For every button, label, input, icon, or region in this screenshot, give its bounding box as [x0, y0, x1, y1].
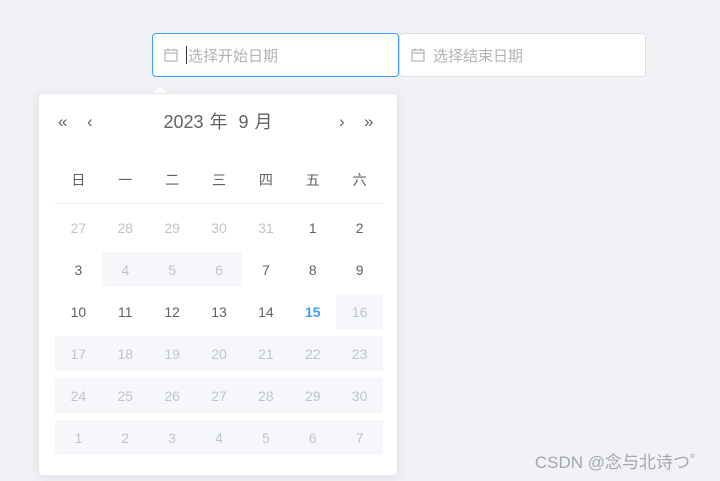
end-date-input[interactable]: 选择结束日期	[399, 33, 646, 77]
calendar-week-row: 24 25 26 27 28 29 30	[55, 378, 384, 413]
year-unit: 年	[209, 112, 228, 132]
date-cell[interactable]: 11	[102, 294, 149, 329]
start-date-placeholder: 选择开始日期	[188, 47, 279, 65]
date-cell[interactable]: 27	[55, 210, 102, 245]
end-date-placeholder: 选择结束日期	[433, 47, 524, 65]
weekday-header: 日 一 二 三 四 五 六	[55, 166, 383, 204]
calendar-icon	[411, 48, 425, 62]
calendar-grid: 日 一 二 三 四 五 六 27 28 29 30 31 1 2 3 4 5 6 7 8 9 10 11 12 1…	[55, 166, 384, 455]
next-month-button[interactable]: ›	[339, 112, 345, 132]
date-cell: 5	[242, 420, 290, 455]
calendar-week-row: 3456789	[55, 252, 383, 287]
date-cell: 6	[195, 252, 243, 287]
date-cell: 1	[55, 420, 102, 455]
prev-month-button[interactable]: ‹	[87, 112, 93, 132]
date-cell[interactable]: 13	[196, 294, 243, 329]
date-cell: 23	[336, 336, 384, 371]
date-cell: 30	[336, 378, 384, 413]
date-cell: 4	[195, 420, 243, 455]
date-cell[interactable]: 8	[289, 252, 336, 287]
weekday-label: 四	[258, 172, 273, 188]
month-label[interactable]: 9	[239, 112, 249, 132]
date-cell[interactable]: 3	[55, 252, 102, 287]
date-cell: 20	[195, 336, 243, 371]
date-cell[interactable]: 29	[149, 210, 196, 245]
text-cursor	[186, 46, 187, 64]
date-cell: 3	[148, 420, 196, 455]
date-cell[interactable]: 2	[336, 210, 383, 245]
date-cell: 17	[55, 336, 102, 371]
calendar-week-row: 10 11 12 13 14 15 16	[55, 294, 384, 329]
date-cell[interactable]: 30	[196, 210, 243, 245]
date-cell[interactable]: 31	[242, 210, 289, 245]
date-cell[interactable]: 1	[289, 210, 336, 245]
date-cell[interactable]: 12	[149, 294, 196, 329]
weekday-label: 六	[352, 172, 367, 188]
date-cell: 2	[101, 420, 149, 455]
weekday-label: 二	[165, 172, 180, 188]
next-year-button[interactable]: »	[364, 112, 373, 132]
date-picker-panel: « ‹ 2023 年 9月 › » 日 一 二 三 四 五 六 27 28 29 30 3…	[38, 93, 398, 476]
weekday-label: 一	[118, 172, 133, 188]
date-cell[interactable]: 9	[336, 252, 383, 287]
calendar-week-row: 1234567	[55, 420, 384, 455]
calendar-icon	[164, 48, 178, 62]
date-cell: 22	[289, 336, 337, 371]
calendar-weeks: 27 28 29 30 31 1 2 3 4 5 6 7 8 9 10 11 12 13 14 15 16 17 18 19 2…	[55, 210, 384, 455]
popover-arrow	[153, 86, 167, 93]
date-cell: 19	[148, 336, 196, 371]
date-cell: 29	[289, 378, 337, 413]
date-cell: 7	[336, 420, 384, 455]
date-cell[interactable]: 28	[102, 210, 149, 245]
date-cell: 21	[242, 336, 290, 371]
date-cell: 26	[148, 378, 196, 413]
calendar-week-row: 27 28 29 30 31 1 2	[55, 210, 383, 245]
date-cell[interactable]: 10	[55, 294, 102, 329]
month-unit: 月	[254, 112, 273, 132]
date-cell: 28	[242, 378, 290, 413]
date-cell: 24	[55, 378, 102, 413]
calendar-week-row: 17 18 19 20 21 22 23	[55, 336, 384, 371]
weekday-label: 五	[305, 172, 320, 188]
date-cell: 18	[101, 336, 149, 371]
year-label[interactable]: 2023	[163, 112, 203, 132]
date-cell: 5	[148, 252, 196, 287]
watermark: CSDN @念与北诗つ゜	[534, 453, 707, 472]
date-cell: 27	[195, 378, 243, 413]
weekday-label: 三	[212, 172, 226, 188]
date-cell: 25	[101, 378, 149, 413]
today-cell[interactable]: 15	[289, 294, 336, 329]
weekday-label: 日	[71, 172, 86, 188]
prev-year-button[interactable]: «	[58, 112, 67, 132]
start-date-input[interactable]: 选择开始日期	[152, 33, 399, 77]
date-cell: 16	[336, 294, 384, 329]
date-cell[interactable]: 7	[242, 252, 289, 287]
date-cell: 6	[289, 420, 337, 455]
date-cell: 4	[101, 252, 149, 287]
date-cell[interactable]: 14	[242, 294, 289, 329]
